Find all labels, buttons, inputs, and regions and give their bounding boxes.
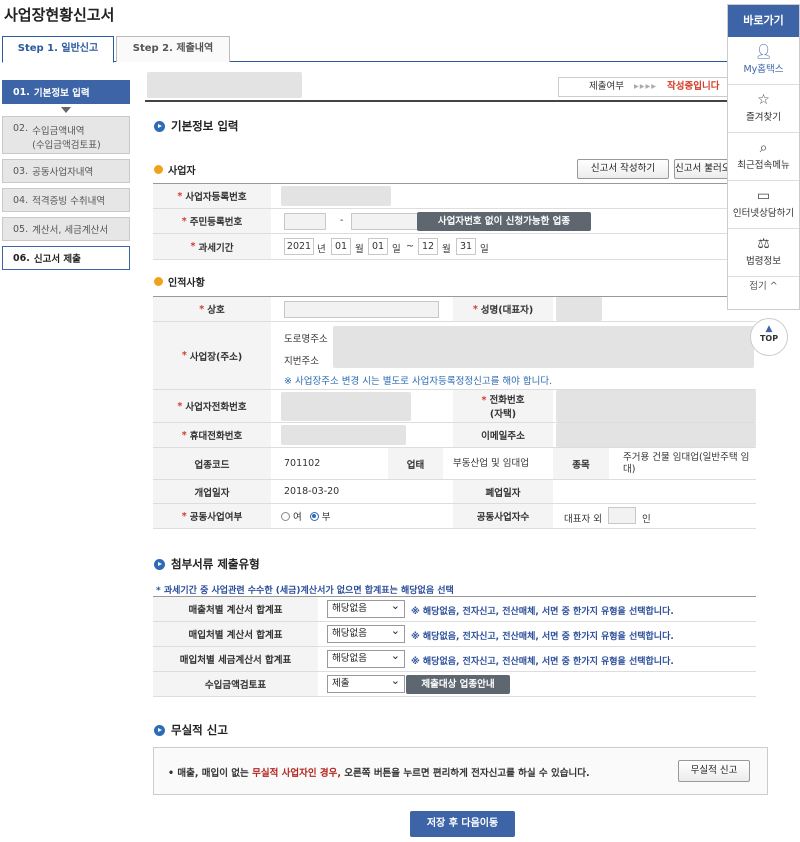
- nil-report-button[interactable]: 무실적 신고: [678, 760, 750, 782]
- table-row: 매입처별 계산서 합계표 해당없음 ※ 해당없음, 전자신고, 전산매체, 서면…: [153, 622, 756, 647]
- resident-no-front[interactable]: [284, 213, 326, 230]
- bullet-icon: [154, 558, 165, 570]
- star-icon: ☆: [757, 92, 770, 108]
- personal-subheading: 인적사항: [154, 274, 205, 289]
- period-start-month[interactable]: 01: [331, 238, 351, 255]
- bullet-icon: [154, 120, 165, 132]
- table-row: * 사업자등록번호: [153, 184, 756, 209]
- business-subheading: 사업자: [154, 162, 196, 177]
- no-biz-number-button[interactable]: 사업자번호 없이 신청가능한 업종: [417, 212, 591, 231]
- nav-qualified-evidence[interactable]: 04. 적격증빙 수취내역: [2, 188, 130, 212]
- table-row: * 사업자전화번호 * 전화번호 (자택): [153, 390, 756, 423]
- bullet-icon: [154, 165, 163, 174]
- save-next-button[interactable]: 저장 후 다음이동: [410, 811, 515, 837]
- personal-table: * 상호 * 성명(대표자) * 사업장(주소) 도로명주소 지번주소 ※ 사업장주소…: [153, 296, 756, 529]
- table-row: 매출처별 계산서 합계표 해당없음 ※ 해당없음, 전자신고, 전산매체, 서면…: [153, 597, 756, 622]
- bullet-icon: [154, 724, 165, 736]
- nil-report-box: • 매출, 매입이 없는 무실적 사업자인 경우, 오른쪽 버튼을 누르면 편리…: [153, 747, 768, 795]
- purchase-tax-invoice-select[interactable]: 해당없음: [327, 648, 405, 668]
- joint-no-radio[interactable]: [309, 511, 319, 521]
- mobile-redacted: [281, 425, 406, 445]
- quick-fold-button[interactable]: 접기 ^: [728, 277, 799, 297]
- table-row: * 과세기간 2021 년 01 월 01 일 ~ 12 월 31 일: [153, 234, 756, 260]
- table-row: * 공동사업여부 여 부 공동사업자수 대표자 외 인: [153, 504, 756, 529]
- history-search-icon: ⌕: [759, 140, 768, 156]
- rep-name-redacted: [556, 297, 602, 321]
- attachments-note: * 과세기간 중 사업관련 수수한 (세금)계산서가 없으면 합계표는 해당없음…: [156, 586, 454, 596]
- nav-revenue[interactable]: 02. 수입금액내역 (수입금액검토표): [2, 116, 130, 154]
- table-row: * 주민등록번호 - 사업자번호 없이 신청가능한 업종: [153, 209, 756, 234]
- table-row: 매입처별 세금계산서 합계표 해당없음 ※ 해당없음, 전자신고, 전산매체, …: [153, 647, 756, 672]
- table-row: 수입금액검토표 제출 제출대상 업종안내: [153, 672, 756, 697]
- tab-submission-history[interactable]: Step 2. 제출내역: [116, 36, 230, 62]
- business-table: * 사업자등록번호 * 주민등록번호 - 사업자번호 없이 신청가능한 업종 * 과세…: [153, 183, 756, 260]
- quick-my-hometax[interactable]: 👤︎ My홈택스: [728, 37, 799, 85]
- step-tabs: Step 1. 일반신고 Step 2. 제출내역: [2, 36, 755, 63]
- joint-yes-radio[interactable]: [281, 511, 290, 521]
- revenue-review-select[interactable]: 제출: [327, 673, 405, 693]
- trade-name-input[interactable]: [284, 301, 439, 318]
- biz-no-redacted: [281, 186, 391, 206]
- industry-guide-button[interactable]: 제출대상 업종안내: [406, 675, 510, 694]
- title-divider: [145, 100, 757, 102]
- gavel-icon: ⚖: [757, 236, 770, 252]
- attachments-table: 매출처별 계산서 합계표 해당없음 ※ 해당없음, 전자신고, 전산매체, 서면…: [153, 596, 756, 697]
- quick-menu-header: 바로가기: [728, 5, 799, 37]
- period-end-month[interactable]: 12: [418, 238, 438, 255]
- nil-report-heading: 무실적 신고: [154, 722, 228, 738]
- basic-info-heading: 기본정보 입력: [154, 118, 238, 134]
- attachments-heading: 첨부서류 제출유형: [154, 556, 260, 572]
- tab-general-report[interactable]: Step 1. 일반신고: [2, 36, 114, 63]
- joint-count-input[interactable]: [608, 507, 636, 524]
- table-row: * 사업장(주소) 도로명주소 지번주소 ※ 사업장주소 변경 시는 별도로 사업…: [153, 322, 756, 390]
- table-row: 개업일자 2018-03-20 폐업일자: [153, 480, 756, 504]
- bullet-icon: [154, 277, 163, 286]
- home-phone-redacted: [556, 390, 756, 422]
- email-redacted: [556, 423, 756, 447]
- quick-law-info[interactable]: ⚖ 법령정보: [728, 229, 799, 277]
- nav-invoices[interactable]: 05. 계산서, 세금계산서: [2, 217, 130, 241]
- quick-menu: 바로가기 👤︎ My홈택스 ☆ 즐겨찾기 ⌕ 최근접속메뉴 ▭ 인터넷상담하기 ⚖ 법령정…: [727, 4, 800, 310]
- quick-favorites[interactable]: ☆ 즐겨찾기: [728, 85, 799, 133]
- period-start-year[interactable]: 2021: [284, 238, 314, 255]
- period-end-day[interactable]: 31: [456, 238, 476, 255]
- sales-invoice-select[interactable]: 해당없음: [327, 598, 405, 618]
- load-report-button[interactable]: 신고서 불러오기: [674, 159, 730, 179]
- address-redacted: [333, 326, 754, 368]
- laptop-icon: ▭: [756, 188, 771, 204]
- nav-submit[interactable]: 06. 신고서 제출: [2, 246, 130, 270]
- nav-arrow-icon: [61, 107, 71, 113]
- person-icon: 👤︎: [754, 44, 773, 60]
- biz-phone-redacted: [281, 392, 411, 421]
- taxpayer-name-redacted: [147, 72, 302, 98]
- nav-joint-business[interactable]: 03. 공동사업자내역: [2, 159, 130, 183]
- write-report-button[interactable]: 신고서 작성하기: [577, 159, 669, 179]
- nav-basic-info[interactable]: 01. 기본정보 입력: [2, 80, 130, 104]
- quick-recent-menu[interactable]: ⌕ 최근접속메뉴: [728, 133, 799, 181]
- chevron-up-icon: ▲: [765, 324, 773, 334]
- table-row: * 휴대전화번호 이메일주소: [153, 423, 756, 448]
- period-start-day[interactable]: 01: [368, 238, 388, 255]
- page-title: 사업장현황신고서: [4, 6, 115, 24]
- scroll-top-button[interactable]: ▲ TOP: [750, 318, 788, 356]
- table-row: 업종코드 701102 업태 부동산업 및 임대업 종목 주거용 건물 임대업(…: [153, 448, 756, 480]
- purchase-invoice-select[interactable]: 해당없음: [327, 623, 405, 643]
- table-row: * 상호 * 성명(대표자): [153, 297, 756, 322]
- quick-online-consult[interactable]: ▭ 인터넷상담하기: [728, 181, 799, 229]
- left-nav: 01. 기본정보 입력 02. 수입금액내역 (수입금액검토표) 03. 공동사업자내역…: [2, 80, 130, 275]
